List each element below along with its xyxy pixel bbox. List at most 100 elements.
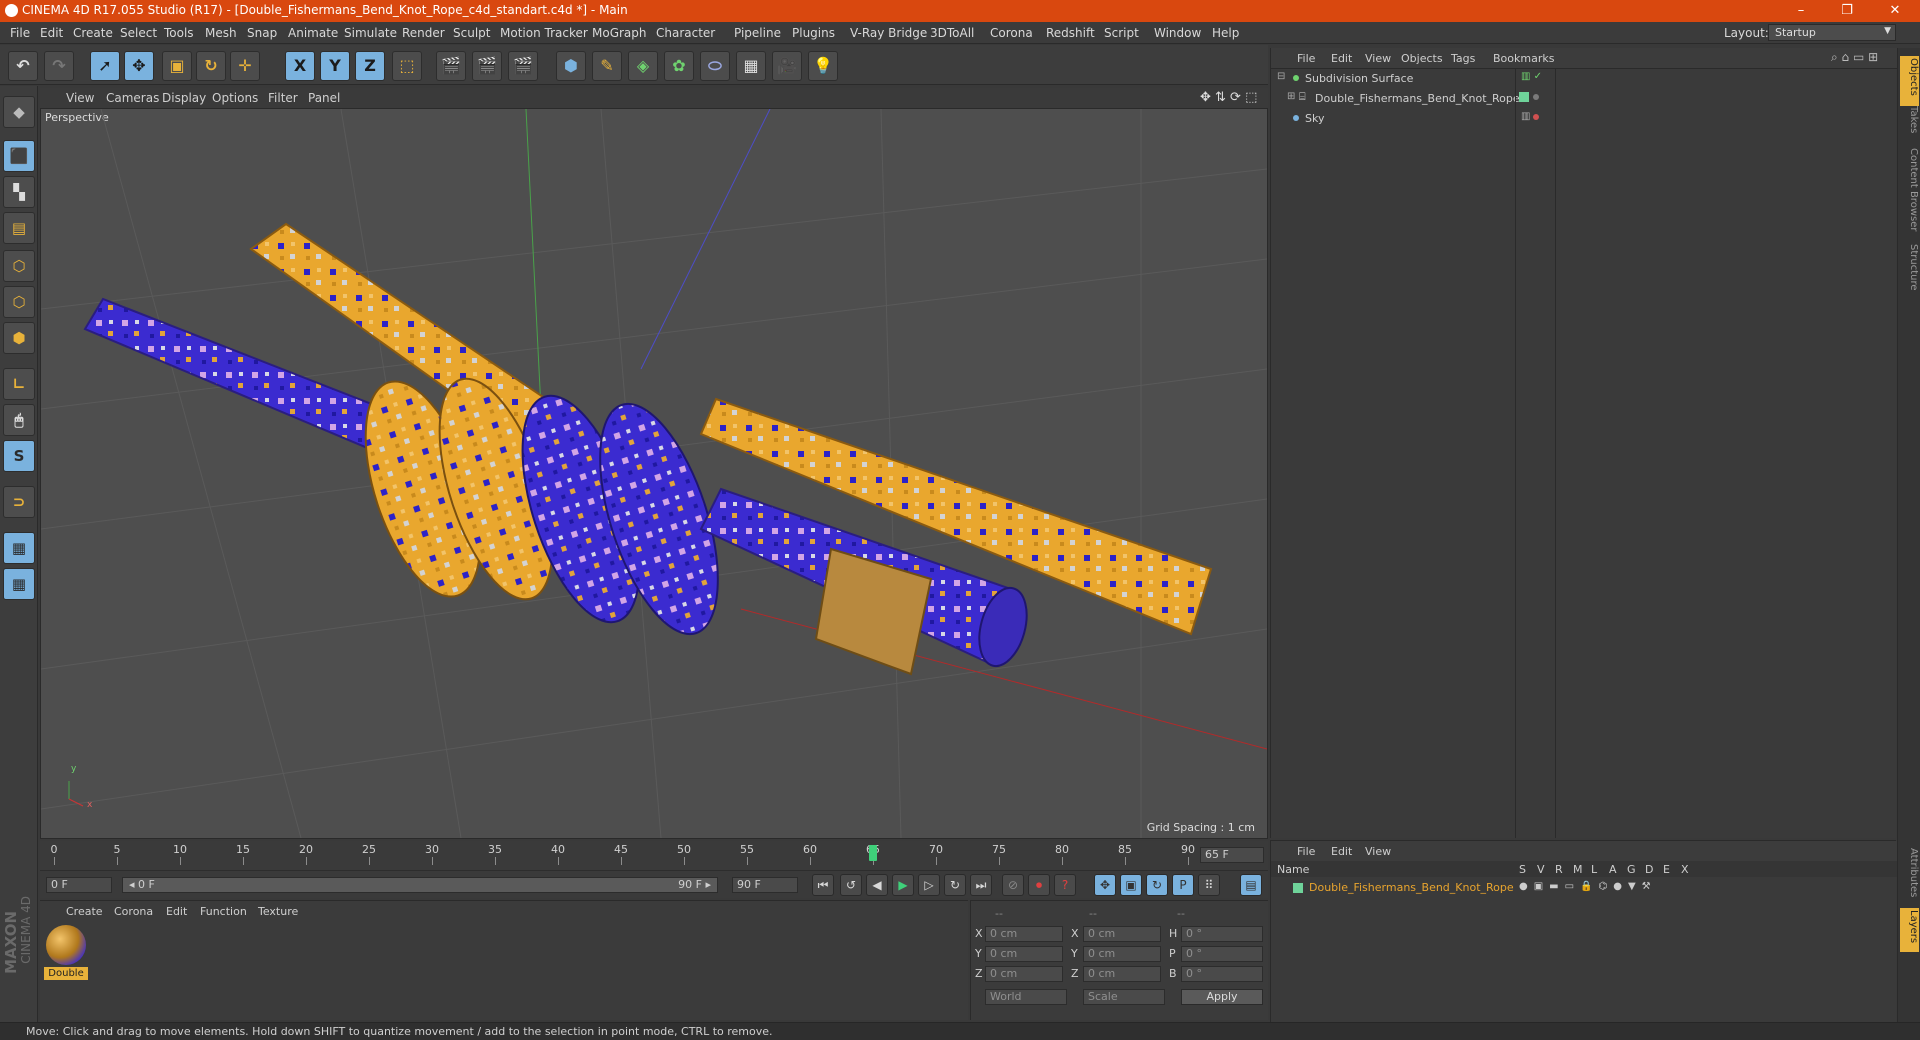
minimize-button[interactable]: – [1778, 0, 1824, 22]
keyframe-mode-icon[interactable]: ⊘ [1002, 874, 1024, 896]
menu-pipeline[interactable]: Pipeline [734, 26, 781, 40]
menu-vray-bridge[interactable]: V-Ray Bridge [850, 26, 927, 40]
layer-name[interactable]: Double_Fishermans_Bend_Knot_Rope [1309, 881, 1514, 894]
om-search-icons[interactable]: ⌕ ⌂ ▭ ⊞ [1831, 50, 1878, 65]
viewport-menu-view[interactable]: View [66, 91, 94, 105]
tab-structure[interactable]: Structure [1900, 244, 1919, 291]
coord-rot-b-field[interactable]: 0 ° [1181, 966, 1263, 982]
key-scale-icon[interactable]: ▣ [1120, 874, 1142, 896]
light-icon[interactable]: 💡 [808, 51, 838, 81]
menu-mograph[interactable]: MoGraph [592, 26, 647, 40]
menu-tools[interactable]: Tools [164, 26, 194, 40]
start-frame-field[interactable]: 0 F [46, 877, 112, 893]
pen-spline-icon[interactable]: ✎ [592, 51, 622, 81]
cloner-icon[interactable]: ✿ [664, 51, 694, 81]
coord-pos-x-field[interactable]: 0 cm [985, 926, 1063, 942]
edges-mode-icon[interactable]: ⬡ [3, 286, 35, 318]
object-name[interactable]: Sky [1305, 112, 1324, 125]
preview-range-slider[interactable]: ◂ 0 F 90 F ▸ [122, 877, 718, 893]
render-settings-icon[interactable]: 🎬 [508, 51, 538, 81]
object-row[interactable]: ⊟ Subdivision Surface ▥ ✓ [1271, 68, 1897, 88]
viewport-menu-filter[interactable]: Filter [268, 91, 298, 105]
points-mode-icon[interactable]: ⬡ [3, 250, 35, 282]
menu-snap[interactable]: Snap [247, 26, 277, 40]
coord-size-y-field[interactable]: 0 cm [1083, 946, 1161, 962]
menu-create[interactable]: Create [73, 26, 113, 40]
om-menu-edit[interactable]: Edit [1331, 52, 1352, 65]
collapse-icon[interactable]: ⊟ [1277, 71, 1285, 82]
viewport-menu-display[interactable]: Display [162, 91, 206, 105]
coord-size-x-field[interactable]: 0 cm [1083, 926, 1161, 942]
axis-mode-icon[interactable]: ∟ [3, 368, 35, 400]
lm-menu-view[interactable]: View [1365, 845, 1391, 858]
key-position-icon[interactable]: ✥ [1094, 874, 1116, 896]
floor-icon[interactable]: ▦ [736, 51, 766, 81]
menu-edit[interactable]: Edit [40, 26, 63, 40]
om-menu-file[interactable]: File [1297, 52, 1315, 65]
visibility-dot-icon[interactable] [1533, 114, 1539, 120]
material-menu-corona[interactable]: Corona [114, 905, 153, 918]
undo-icon[interactable]: ↶ [8, 51, 38, 81]
coord-mode-dropdown[interactable]: Scale [1083, 989, 1165, 1005]
goto-next-key-icon[interactable]: ↻ [944, 874, 966, 896]
material-menu-edit[interactable]: Edit [166, 905, 187, 918]
layer-color-swatch[interactable] [1293, 883, 1303, 893]
scale-tool-icon[interactable]: ▣ [162, 51, 192, 81]
viewport-menu-options[interactable]: Options [212, 91, 258, 105]
goto-start-icon[interactable]: ⏮ [812, 874, 834, 896]
end-frame-field[interactable]: 65 F [1200, 847, 1264, 863]
workplane-icon[interactable]: ▤ [3, 212, 35, 244]
deformer-icon[interactable]: ⬭ [700, 51, 730, 81]
coord-pos-z-field[interactable]: 0 cm [985, 966, 1063, 982]
layer-and-visibility-icons[interactable]: ▥ ✓ [1521, 71, 1542, 82]
om-menu-tags[interactable]: Tags [1451, 52, 1475, 65]
menu-file[interactable]: File [10, 26, 30, 40]
y-axis-lock-button[interactable]: Y [320, 51, 350, 81]
goto-end-icon[interactable]: ⏭ [970, 874, 992, 896]
workplane-lock-icon[interactable]: ▦ [3, 532, 35, 564]
apply-button[interactable]: Apply [1181, 989, 1263, 1005]
menu-character[interactable]: Character [656, 26, 715, 40]
lm-menu-file[interactable]: File [1297, 845, 1315, 858]
material-menu-texture[interactable]: Texture [258, 905, 298, 918]
key-rotation-icon[interactable]: ↻ [1146, 874, 1168, 896]
menu-render[interactable]: Render [402, 26, 445, 40]
move-tool-icon[interactable]: ✥ [124, 51, 154, 81]
texture-mode-icon[interactable]: ▚ [3, 176, 35, 208]
model-mode-icon[interactable]: ⬛ [3, 140, 35, 172]
coord-pos-y-field[interactable]: 0 cm [985, 946, 1063, 962]
menu-simulate[interactable]: Simulate [344, 26, 397, 40]
step-back-icon[interactable]: ◀ [866, 874, 888, 896]
coord-size-z-field[interactable]: 0 cm [1083, 966, 1161, 982]
om-menu-bookmarks[interactable]: Bookmarks [1493, 52, 1554, 65]
menu-mesh[interactable]: Mesh [205, 26, 237, 40]
menu-3dtoall[interactable]: 3DToAll [930, 26, 974, 40]
layer-toggle-icons[interactable]: ●▣▬▭🔒⌬●▼⚒ [1519, 881, 1657, 892]
3d-viewport[interactable]: Perspective y x Grid Spacing: 1 cm [40, 108, 1268, 839]
visibility-dot-icon[interactable] [1533, 94, 1539, 100]
record-icon[interactable]: ⏺ [1028, 874, 1050, 896]
menu-select[interactable]: Select [120, 26, 157, 40]
step-forward-icon[interactable]: ▷ [918, 874, 940, 896]
lm-menu-edit[interactable]: Edit [1331, 845, 1352, 858]
snap-icon[interactable]: S [3, 440, 35, 472]
live-selection-icon[interactable]: ✛ [230, 51, 260, 81]
polygons-mode-icon[interactable]: ⬢ [3, 322, 35, 354]
coordinate-system-icon[interactable]: ⬚ [392, 51, 422, 81]
material-swatch[interactable]: Double [44, 925, 88, 983]
subdivision-generator-icon[interactable]: ◈ [628, 51, 658, 81]
restore-button[interactable]: ❐ [1824, 0, 1870, 22]
coord-system-dropdown[interactable]: World [985, 989, 1067, 1005]
tweak-mode-icon[interactable]: 🖱 [3, 404, 35, 436]
render-view-icon[interactable]: 🎬 [436, 51, 466, 81]
menu-motion-tracker[interactable]: Motion Tracker [500, 26, 588, 40]
object-row[interactable]: Sky ▥ [1271, 108, 1897, 128]
redo-icon[interactable]: ↷ [44, 51, 74, 81]
key-parameter-icon[interactable]: P [1172, 874, 1194, 896]
locked-workplane-icon[interactable]: ▦ [3, 568, 35, 600]
coord-rot-h-field[interactable]: 0 ° [1181, 926, 1263, 942]
menu-help[interactable]: Help [1212, 26, 1239, 40]
viewport-navigation-icons[interactable]: ✥ ⇅ ⟳ ⬚ [1200, 90, 1257, 105]
playhead-marker[interactable] [869, 845, 877, 861]
max-frame-field[interactable]: 90 F [732, 877, 798, 893]
